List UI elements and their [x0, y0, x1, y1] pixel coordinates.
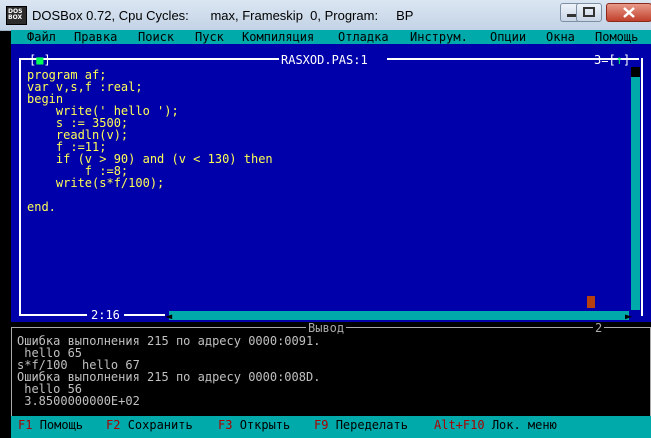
menu-edit[interactable]: Правка [74, 31, 117, 43]
scroll-right-arrow-icon[interactable]: ► [625, 310, 632, 322]
status-save[interactable]: F2 Сохранить [106, 419, 193, 431]
output-window-number: 2 [593, 321, 605, 335]
code-line[interactable]: write(s*f/100); [27, 177, 164, 189]
menu-run[interactable]: Пуск [195, 31, 224, 43]
menu-debug[interactable]: Отладка [338, 31, 389, 43]
editor-frame-right [641, 58, 643, 316]
menu-file[interactable]: Файл [27, 31, 56, 43]
status-help[interactable]: F1 Помощь [18, 419, 83, 431]
editor-close-box[interactable]: [■] [29, 54, 51, 66]
menu-search[interactable]: Поиск [138, 31, 174, 43]
vertical-scrollbar[interactable] [631, 67, 640, 310]
minimize-icon [567, 14, 576, 17]
window-title-bar[interactable]: DOS BOX DOSBox 0.72, Cpu Cycles: max, Fr… [0, 0, 651, 31]
maximize-icon [583, 7, 595, 17]
cursor-position: 2:16 [87, 309, 124, 321]
menu-tools[interactable]: Инструм. [410, 31, 468, 43]
status-bar: F1 Помощь F2 Сохранить F3 Открыть F9 Пер… [11, 416, 651, 438]
dos-screen: Файл Правка Поиск Пуск Компиляция Отладк… [11, 30, 651, 438]
status-open[interactable]: F3 Открыть [218, 419, 290, 431]
status-make[interactable]: F9 Переделать [314, 419, 408, 431]
editor-frame-left [19, 58, 21, 316]
status-local-menu[interactable]: Alt+F10 Лок. меню [434, 419, 557, 431]
editor-window-number: 3=[↑] [594, 53, 631, 67]
output-line: 3.8500000000E+02 [17, 394, 140, 408]
menu-bar: Файл Правка Поиск Пуск Компиляция Отладк… [11, 30, 651, 44]
close-button[interactable] [606, 3, 651, 22]
editor-title: RASXOD.PAS:1 [281, 53, 368, 67]
close-icon [623, 7, 635, 18]
dosbox-app-icon[interactable]: DOS BOX [6, 6, 27, 25]
scroll-left-arrow-icon[interactable]: ◄ [165, 310, 172, 322]
vertical-scroll-thumb[interactable] [631, 67, 640, 77]
horizontal-scrollbar[interactable] [169, 311, 629, 320]
window-title: DOSBox 0.72, Cpu Cycles: max, Frameskip … [32, 8, 414, 23]
scroll-position-marker [587, 296, 595, 308]
maximize-button[interactable] [576, 3, 602, 22]
output-window[interactable]: Вывод 2 Ошибка выполнения 215 по адресу … [11, 322, 651, 420]
menu-help[interactable]: Помощь [595, 31, 638, 43]
output-title: Вывод [306, 321, 347, 335]
code-line[interactable]: end. [27, 201, 56, 213]
menu-compile[interactable]: Компиляция [242, 31, 314, 43]
menu-window[interactable]: Окна [546, 31, 575, 43]
editor-zoom-box[interactable]: [↑] [608, 53, 630, 67]
menu-options[interactable]: Опции [490, 31, 526, 43]
